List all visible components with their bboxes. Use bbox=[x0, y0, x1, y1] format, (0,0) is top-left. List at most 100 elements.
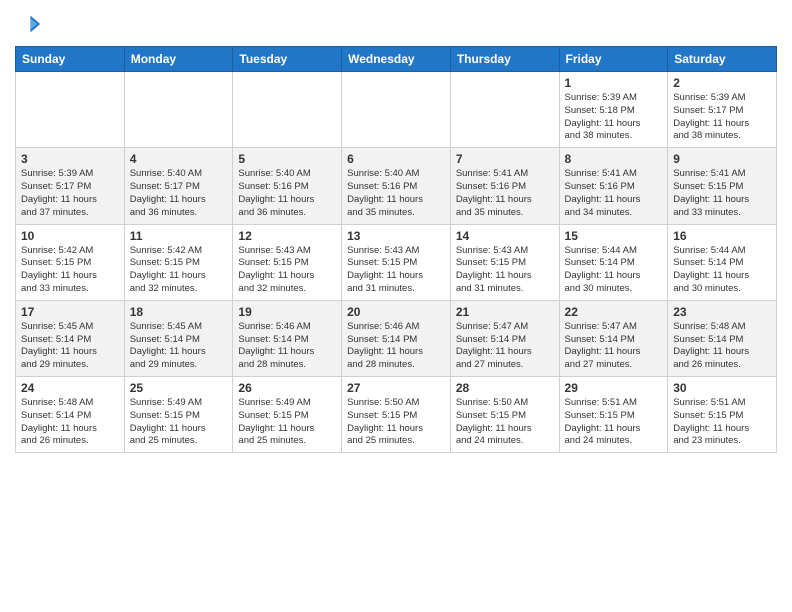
day-info: Sunrise: 5:39 AM Sunset: 5:18 PM Dayligh… bbox=[565, 92, 663, 143]
day-info: Sunrise: 5:42 AM Sunset: 5:15 PM Dayligh… bbox=[130, 245, 228, 296]
week-row-4: 17 Sunrise: 5:45 AM Sunset: 5:14 PM Dayli… bbox=[16, 300, 777, 376]
day-info: Sunrise: 5:43 AM Sunset: 5:15 PM Dayligh… bbox=[456, 245, 554, 296]
page: SundayMondayTuesdayWednesdayThursdayFrid… bbox=[0, 0, 792, 463]
weekday-header-tuesday: Tuesday bbox=[233, 47, 342, 72]
day-info: Sunrise: 5:50 AM Sunset: 5:15 PM Dayligh… bbox=[347, 397, 445, 448]
day-info: Sunrise: 5:46 AM Sunset: 5:14 PM Dayligh… bbox=[238, 321, 336, 372]
day-info: Sunrise: 5:47 AM Sunset: 5:14 PM Dayligh… bbox=[456, 321, 554, 372]
day-number: 2 bbox=[673, 76, 771, 90]
calendar-cell: 12Sunrise: 5:43 AM Sunset: 5:15 PM Dayli… bbox=[233, 224, 342, 300]
calendar-cell bbox=[124, 72, 233, 148]
day-number: 18 bbox=[130, 305, 228, 319]
day-info: Sunrise: 5:47 AM Sunset: 5:14 PM Dayligh… bbox=[565, 321, 663, 372]
weekday-header-friday: Friday bbox=[559, 47, 668, 72]
calendar-cell: 10 Sunrise: 5:42 AM Sunset: 5:15 PM Dayli… bbox=[16, 224, 125, 300]
day-info: Sunrise: 5:48 AM Sunset: 5:14 PM Dayligh… bbox=[673, 321, 771, 372]
day-number: 16 bbox=[673, 229, 771, 243]
weekday-header-row: SundayMondayTuesdayWednesdayThursdayFrid… bbox=[16, 47, 777, 72]
day-info: Sunrise: 5:42 AM Sunset: 5:15 PM Dayligh… bbox=[21, 245, 119, 296]
logo bbox=[15, 10, 47, 38]
day-info: Sunrise: 5:40 AM Sunset: 5:16 PM Dayligh… bbox=[238, 168, 336, 219]
day-number: 14 bbox=[456, 229, 554, 243]
week-row-1: 1 Sunrise: 5:39 AM Sunset: 5:18 PM Daylig… bbox=[16, 72, 777, 148]
calendar-cell: 25Sunrise: 5:49 AM Sunset: 5:15 PM Dayli… bbox=[124, 377, 233, 453]
week-row-3: 10 Sunrise: 5:42 AM Sunset: 5:15 PM Dayli… bbox=[16, 224, 777, 300]
calendar-cell: 2 Sunrise: 5:39 AM Sunset: 5:17 PM Daylig… bbox=[668, 72, 777, 148]
calendar-cell: 20 Sunrise: 5:46 AM Sunset: 5:14 PM Dayli… bbox=[342, 300, 451, 376]
calendar-cell: 5 Sunrise: 5:40 AM Sunset: 5:16 PM Daylig… bbox=[233, 148, 342, 224]
day-info: Sunrise: 5:41 AM Sunset: 5:16 PM Dayligh… bbox=[565, 168, 663, 219]
day-number: 12 bbox=[238, 229, 336, 243]
day-number: 29 bbox=[565, 381, 663, 395]
calendar-cell: 1 Sunrise: 5:39 AM Sunset: 5:18 PM Daylig… bbox=[559, 72, 668, 148]
calendar-cell: 26 Sunrise: 5:49 AM Sunset: 5:15 PM Dayli… bbox=[233, 377, 342, 453]
day-number: 22 bbox=[565, 305, 663, 319]
day-info: Sunrise: 5:40 AM Sunset: 5:16 PM Dayligh… bbox=[347, 168, 445, 219]
calendar: SundayMondayTuesdayWednesdayThursdayFrid… bbox=[15, 46, 777, 453]
day-info: Sunrise: 5:49 AM Sunset: 5:15 PM Dayligh… bbox=[238, 397, 336, 448]
day-info: Sunrise: 5:45 AM Sunset: 5:14 PM Dayligh… bbox=[130, 321, 228, 372]
day-number: 26 bbox=[238, 381, 336, 395]
day-info: Sunrise: 5:39 AM Sunset: 5:17 PM Dayligh… bbox=[673, 92, 771, 143]
weekday-header-wednesday: Wednesday bbox=[342, 47, 451, 72]
day-number: 30 bbox=[673, 381, 771, 395]
calendar-cell: 22 Sunrise: 5:47 AM Sunset: 5:14 PM Dayli… bbox=[559, 300, 668, 376]
calendar-cell: 24Sunrise: 5:48 AM Sunset: 5:14 PM Dayli… bbox=[16, 377, 125, 453]
day-info: Sunrise: 5:41 AM Sunset: 5:15 PM Dayligh… bbox=[673, 168, 771, 219]
calendar-cell: 8 Sunrise: 5:41 AM Sunset: 5:16 PM Daylig… bbox=[559, 148, 668, 224]
day-number: 19 bbox=[238, 305, 336, 319]
weekday-header-monday: Monday bbox=[124, 47, 233, 72]
day-info: Sunrise: 5:46 AM Sunset: 5:14 PM Dayligh… bbox=[347, 321, 445, 372]
calendar-cell: 21 Sunrise: 5:47 AM Sunset: 5:14 PM Dayli… bbox=[450, 300, 559, 376]
day-number: 13 bbox=[347, 229, 445, 243]
calendar-cell bbox=[16, 72, 125, 148]
day-number: 7 bbox=[456, 152, 554, 166]
day-number: 25 bbox=[130, 381, 228, 395]
day-number: 27 bbox=[347, 381, 445, 395]
calendar-cell: 4 Sunrise: 5:40 AM Sunset: 5:17 PM Daylig… bbox=[124, 148, 233, 224]
calendar-cell: 6Sunrise: 5:40 AM Sunset: 5:16 PM Daylig… bbox=[342, 148, 451, 224]
calendar-cell bbox=[342, 72, 451, 148]
day-info: Sunrise: 5:51 AM Sunset: 5:15 PM Dayligh… bbox=[673, 397, 771, 448]
calendar-cell: 9Sunrise: 5:41 AM Sunset: 5:15 PM Daylig… bbox=[668, 148, 777, 224]
day-number: 21 bbox=[456, 305, 554, 319]
calendar-cell bbox=[233, 72, 342, 148]
weekday-header-saturday: Saturday bbox=[668, 47, 777, 72]
day-info: Sunrise: 5:44 AM Sunset: 5:14 PM Dayligh… bbox=[565, 245, 663, 296]
day-number: 5 bbox=[238, 152, 336, 166]
day-number: 28 bbox=[456, 381, 554, 395]
day-info: Sunrise: 5:45 AM Sunset: 5:14 PM Dayligh… bbox=[21, 321, 119, 372]
day-info: Sunrise: 5:41 AM Sunset: 5:16 PM Dayligh… bbox=[456, 168, 554, 219]
day-info: Sunrise: 5:50 AM Sunset: 5:15 PM Dayligh… bbox=[456, 397, 554, 448]
day-number: 20 bbox=[347, 305, 445, 319]
day-info: Sunrise: 5:43 AM Sunset: 5:15 PM Dayligh… bbox=[347, 245, 445, 296]
week-row-5: 24Sunrise: 5:48 AM Sunset: 5:14 PM Dayli… bbox=[16, 377, 777, 453]
day-number: 1 bbox=[565, 76, 663, 90]
calendar-cell: 13 Sunrise: 5:43 AM Sunset: 5:15 PM Dayli… bbox=[342, 224, 451, 300]
day-info: Sunrise: 5:48 AM Sunset: 5:14 PM Dayligh… bbox=[21, 397, 119, 448]
day-number: 3 bbox=[21, 152, 119, 166]
day-number: 23 bbox=[673, 305, 771, 319]
calendar-cell: 28 Sunrise: 5:50 AM Sunset: 5:15 PM Dayli… bbox=[450, 377, 559, 453]
calendar-cell: 7 Sunrise: 5:41 AM Sunset: 5:16 PM Daylig… bbox=[450, 148, 559, 224]
header bbox=[15, 10, 777, 38]
weekday-header-sunday: Sunday bbox=[16, 47, 125, 72]
calendar-cell: 19 Sunrise: 5:46 AM Sunset: 5:14 PM Dayli… bbox=[233, 300, 342, 376]
day-number: 15 bbox=[565, 229, 663, 243]
day-info: Sunrise: 5:40 AM Sunset: 5:17 PM Dayligh… bbox=[130, 168, 228, 219]
calendar-cell: 11 Sunrise: 5:42 AM Sunset: 5:15 PM Dayli… bbox=[124, 224, 233, 300]
calendar-cell: 15 Sunrise: 5:44 AM Sunset: 5:14 PM Dayli… bbox=[559, 224, 668, 300]
calendar-cell: 30 Sunrise: 5:51 AM Sunset: 5:15 PM Dayli… bbox=[668, 377, 777, 453]
day-number: 8 bbox=[565, 152, 663, 166]
weekday-header-thursday: Thursday bbox=[450, 47, 559, 72]
day-number: 4 bbox=[130, 152, 228, 166]
calendar-cell: 14 Sunrise: 5:43 AM Sunset: 5:15 PM Dayli… bbox=[450, 224, 559, 300]
calendar-cell bbox=[450, 72, 559, 148]
day-number: 17 bbox=[21, 305, 119, 319]
day-number: 10 bbox=[21, 229, 119, 243]
calendar-cell: 29Sunrise: 5:51 AM Sunset: 5:15 PM Dayli… bbox=[559, 377, 668, 453]
logo-icon bbox=[15, 10, 43, 38]
calendar-cell: 3Sunrise: 5:39 AM Sunset: 5:17 PM Daylig… bbox=[16, 148, 125, 224]
day-number: 11 bbox=[130, 229, 228, 243]
calendar-cell: 17 Sunrise: 5:45 AM Sunset: 5:14 PM Dayli… bbox=[16, 300, 125, 376]
